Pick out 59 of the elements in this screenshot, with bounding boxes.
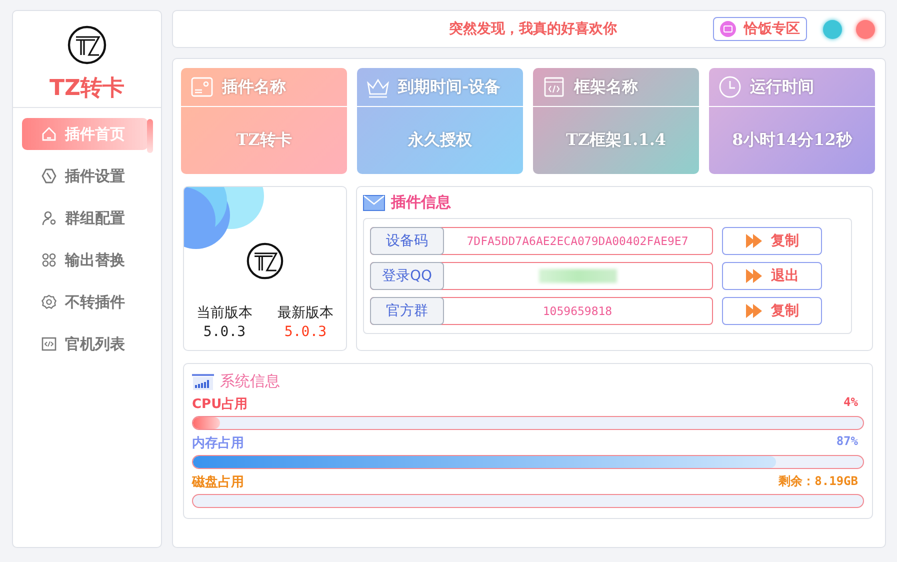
meter-label: 磁盘占用 (192, 474, 244, 491)
sidebar-item[interactable]: 不转插件 (22, 286, 148, 318)
card-value: TZ框架1.1.4 (566, 130, 666, 151)
close-button[interactable] (856, 20, 875, 38)
marquee-text: 突然发现，我真的好喜欢你 (448, 20, 618, 38)
card-title: 运行时间 (750, 76, 814, 98)
home-icon (41, 126, 57, 142)
meter-reading: 87% (836, 434, 858, 450)
card-title: 框架名称 (574, 76, 638, 98)
card-value: 永久授权 (408, 130, 472, 151)
code-window-icon (542, 75, 566, 99)
action-button[interactable]: 退出 (722, 262, 822, 290)
meter-reading: 4% (844, 395, 858, 411)
bar-chart-icon (192, 374, 214, 390)
hexagon-icon (41, 168, 57, 184)
clock-icon (718, 75, 742, 99)
field-label: 登录QQ (370, 262, 444, 290)
info-field[interactable]: 登录QQ (370, 262, 713, 290)
minimize-button[interactable] (823, 20, 842, 38)
info-field[interactable]: 设备码 7DFA5DD7A6AE2ECA079DA00402FAE9E7 (370, 227, 713, 255)
logo-icon (246, 242, 284, 280)
card-value: TZ转卡 (236, 130, 292, 151)
play-icon (745, 303, 763, 319)
action-button[interactable]: 复制 (722, 227, 822, 255)
sidebar-item[interactable]: 官机列表 (22, 328, 148, 360)
version-number: 5.0.3 (284, 324, 327, 340)
field-label: 官方群 (370, 297, 444, 325)
card-title: 插件名称 (222, 76, 286, 98)
meter-label: CPU占用 (192, 396, 248, 413)
user-gear-icon (41, 210, 57, 226)
ad-button[interactable]: 恰饭专区 (713, 17, 807, 41)
version-label: 最新版本 (278, 304, 334, 322)
field-value: 7DFA5DD7A6AE2ECA079DA00402FAE9E7 (466, 234, 688, 248)
field-value: 1059659818 (542, 304, 612, 318)
meter-label: 内存占用 (192, 435, 244, 452)
grid-icon (41, 252, 57, 268)
sidebar-item[interactable]: 群组配置 (22, 202, 148, 234)
settings-icon (41, 294, 57, 310)
section-title: 系统信息 (220, 372, 280, 391)
code-window-icon (41, 336, 57, 352)
sidebar-item[interactable]: 插件设置 (22, 160, 148, 192)
app-title: TZ转卡 (50, 75, 124, 103)
info-field[interactable]: 官方群 1059659818 (370, 297, 713, 325)
card-value: 8小时14分12秒 (732, 130, 852, 151)
version-number: 5.0.3 (203, 324, 246, 340)
logo-icon (67, 25, 107, 65)
play-icon (745, 233, 763, 249)
action-button[interactable]: 复制 (722, 297, 822, 325)
ad-icon (720, 21, 736, 37)
mail-icon (363, 194, 385, 210)
card-title: 到期时间-设备 (398, 76, 501, 98)
version-label: 当前版本 (196, 304, 252, 322)
meter-reading: 剩余：8.19GB (778, 473, 858, 490)
section-title: 插件信息 (391, 193, 451, 212)
id-card-icon (190, 75, 214, 99)
play-icon (745, 268, 763, 284)
sidebar-item[interactable]: 输出替换 (22, 244, 148, 276)
field-label: 设备码 (370, 227, 444, 255)
scrollbar-thumb[interactable] (147, 119, 153, 153)
